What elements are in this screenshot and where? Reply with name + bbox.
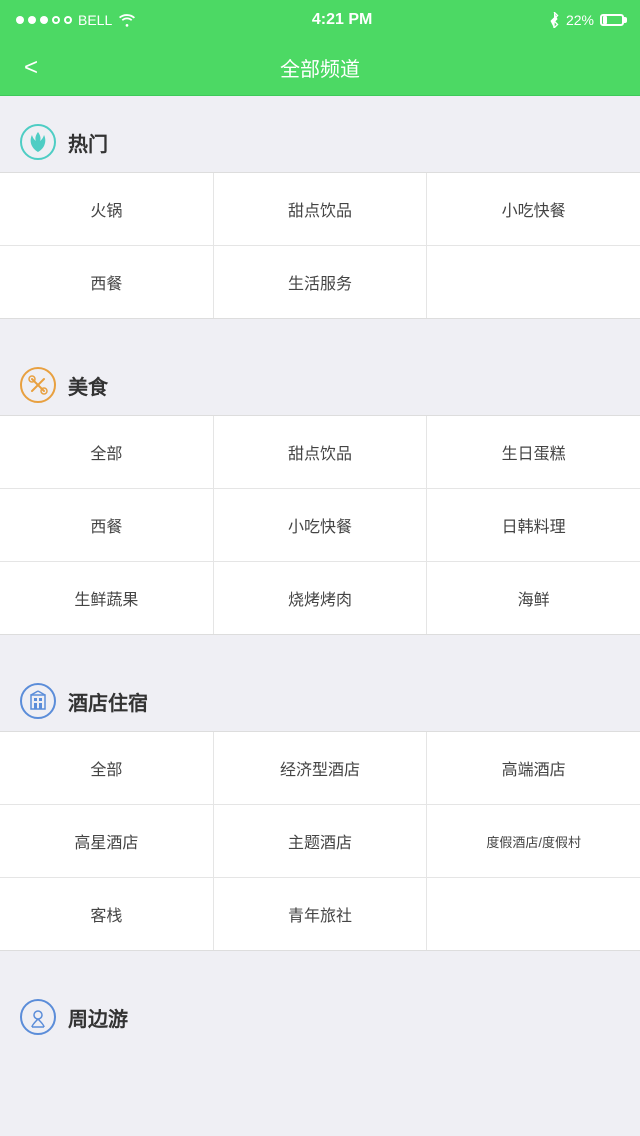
food-cell-shaokao[interactable]: 烧烤烤肉 bbox=[214, 562, 428, 634]
hot-cell-xican[interactable]: 西餐 bbox=[0, 246, 214, 318]
section-hot-title: 热门 bbox=[68, 128, 108, 157]
section-nearby-title: 周边游 bbox=[68, 1003, 128, 1032]
status-time: 4:21 PM bbox=[312, 11, 372, 29]
hot-row-1: 火锅 甜点饮品 小吃快餐 bbox=[0, 173, 640, 246]
wifi-icon bbox=[118, 13, 136, 27]
food-row-2: 西餐 小吃快餐 日韩料理 bbox=[0, 489, 640, 562]
battery-icon bbox=[600, 14, 624, 26]
back-button[interactable]: < bbox=[16, 46, 46, 90]
divider-2 bbox=[0, 635, 640, 655]
food-cell-xican[interactable]: 西餐 bbox=[0, 489, 214, 561]
dot-3 bbox=[40, 16, 48, 24]
food-cell-shengxian[interactable]: 生鲜蔬果 bbox=[0, 562, 214, 634]
section-hotel-header: 酒店住宿 bbox=[0, 675, 640, 731]
status-bar: BELL 4:21 PM 22% bbox=[0, 0, 640, 40]
hotel-cell-hostel[interactable]: 青年旅社 bbox=[214, 878, 428, 950]
page-title: 全部频道 bbox=[280, 53, 360, 82]
dot-1 bbox=[16, 16, 24, 24]
food-cell-haixian[interactable]: 海鲜 bbox=[427, 562, 640, 634]
food-cell-xiaochi[interactable]: 小吃快餐 bbox=[214, 489, 428, 561]
section-hotel-title: 酒店住宿 bbox=[68, 687, 148, 716]
hotel-cell-theme[interactable]: 主题酒店 bbox=[214, 805, 428, 877]
food-cell-birthday[interactable]: 生日蛋糕 bbox=[427, 416, 640, 488]
dot-5 bbox=[64, 16, 72, 24]
food-cell-all[interactable]: 全部 bbox=[0, 416, 214, 488]
page-header: < 全部频道 bbox=[0, 40, 640, 96]
section-hotel: 酒店住宿 全部 经济型酒店 高端酒店 高星酒店 主题酒店 度假酒店/度假村 客栈… bbox=[0, 655, 640, 951]
hotel-cell-resort[interactable]: 度假酒店/度假村 bbox=[427, 805, 640, 877]
signal-dots bbox=[16, 16, 72, 24]
hotel-cell-empty bbox=[427, 878, 640, 950]
hotel-cell-luxury[interactable]: 高端酒店 bbox=[427, 732, 640, 804]
hot-cell-tiandian[interactable]: 甜点饮品 bbox=[214, 173, 428, 245]
food-cell-rihan[interactable]: 日韩料理 bbox=[427, 489, 640, 561]
section-nearby: 周边游 bbox=[0, 971, 640, 1047]
hot-cell-xiaochi[interactable]: 小吃快餐 bbox=[427, 173, 640, 245]
hotel-row-1: 全部 经济型酒店 高端酒店 bbox=[0, 732, 640, 805]
hotel-row-3: 客栈 青年旅社 bbox=[0, 878, 640, 950]
section-hot-header: 热门 bbox=[0, 116, 640, 172]
section-hot: 热门 火锅 甜点饮品 小吃快餐 西餐 生活服务 bbox=[0, 96, 640, 319]
food-row-3: 生鲜蔬果 烧烤烤肉 海鲜 bbox=[0, 562, 640, 634]
dot-4 bbox=[52, 16, 60, 24]
food-icon bbox=[20, 367, 56, 403]
fire-icon bbox=[20, 124, 56, 160]
hotel-icon bbox=[20, 683, 56, 719]
status-left: BELL bbox=[16, 12, 136, 28]
food-cell-tiandian[interactable]: 甜点饮品 bbox=[214, 416, 428, 488]
divider-3 bbox=[0, 951, 640, 971]
section-food: 美食 全部 甜点饮品 生日蛋糕 西餐 小吃快餐 日韩料理 生鲜蔬果 烧烤烤肉 海… bbox=[0, 339, 640, 635]
battery-percent: 22% bbox=[566, 12, 594, 28]
hot-cell-shenghuo[interactable]: 生活服务 bbox=[214, 246, 428, 318]
nearby-icon bbox=[20, 999, 56, 1035]
section-food-title: 美食 bbox=[68, 371, 108, 400]
hotel-cell-economy[interactable]: 经济型酒店 bbox=[214, 732, 428, 804]
hotel-cell-guesthouse[interactable]: 客栈 bbox=[0, 878, 214, 950]
carrier-name: BELL bbox=[78, 12, 112, 28]
hotel-cell-star[interactable]: 高星酒店 bbox=[0, 805, 214, 877]
section-food-header: 美食 bbox=[0, 359, 640, 415]
divider-1 bbox=[0, 319, 640, 339]
dot-2 bbox=[28, 16, 36, 24]
hot-cell-empty bbox=[427, 246, 640, 318]
section-nearby-header: 周边游 bbox=[0, 991, 640, 1047]
hotel-grid: 全部 经济型酒店 高端酒店 高星酒店 主题酒店 度假酒店/度假村 客栈 青年旅社 bbox=[0, 731, 640, 951]
hotel-cell-all[interactable]: 全部 bbox=[0, 732, 214, 804]
food-grid: 全部 甜点饮品 生日蛋糕 西餐 小吃快餐 日韩料理 生鲜蔬果 烧烤烤肉 海鲜 bbox=[0, 415, 640, 635]
bluetooth-icon bbox=[548, 12, 560, 28]
main-content: 热门 火锅 甜点饮品 小吃快餐 西餐 生活服务 bbox=[0, 96, 640, 1047]
hot-cell-huoguo[interactable]: 火锅 bbox=[0, 173, 214, 245]
hot-grid: 火锅 甜点饮品 小吃快餐 西餐 生活服务 bbox=[0, 172, 640, 319]
hot-row-2: 西餐 生活服务 bbox=[0, 246, 640, 318]
food-row-1: 全部 甜点饮品 生日蛋糕 bbox=[0, 416, 640, 489]
status-right: 22% bbox=[548, 12, 624, 28]
hotel-row-2: 高星酒店 主题酒店 度假酒店/度假村 bbox=[0, 805, 640, 878]
